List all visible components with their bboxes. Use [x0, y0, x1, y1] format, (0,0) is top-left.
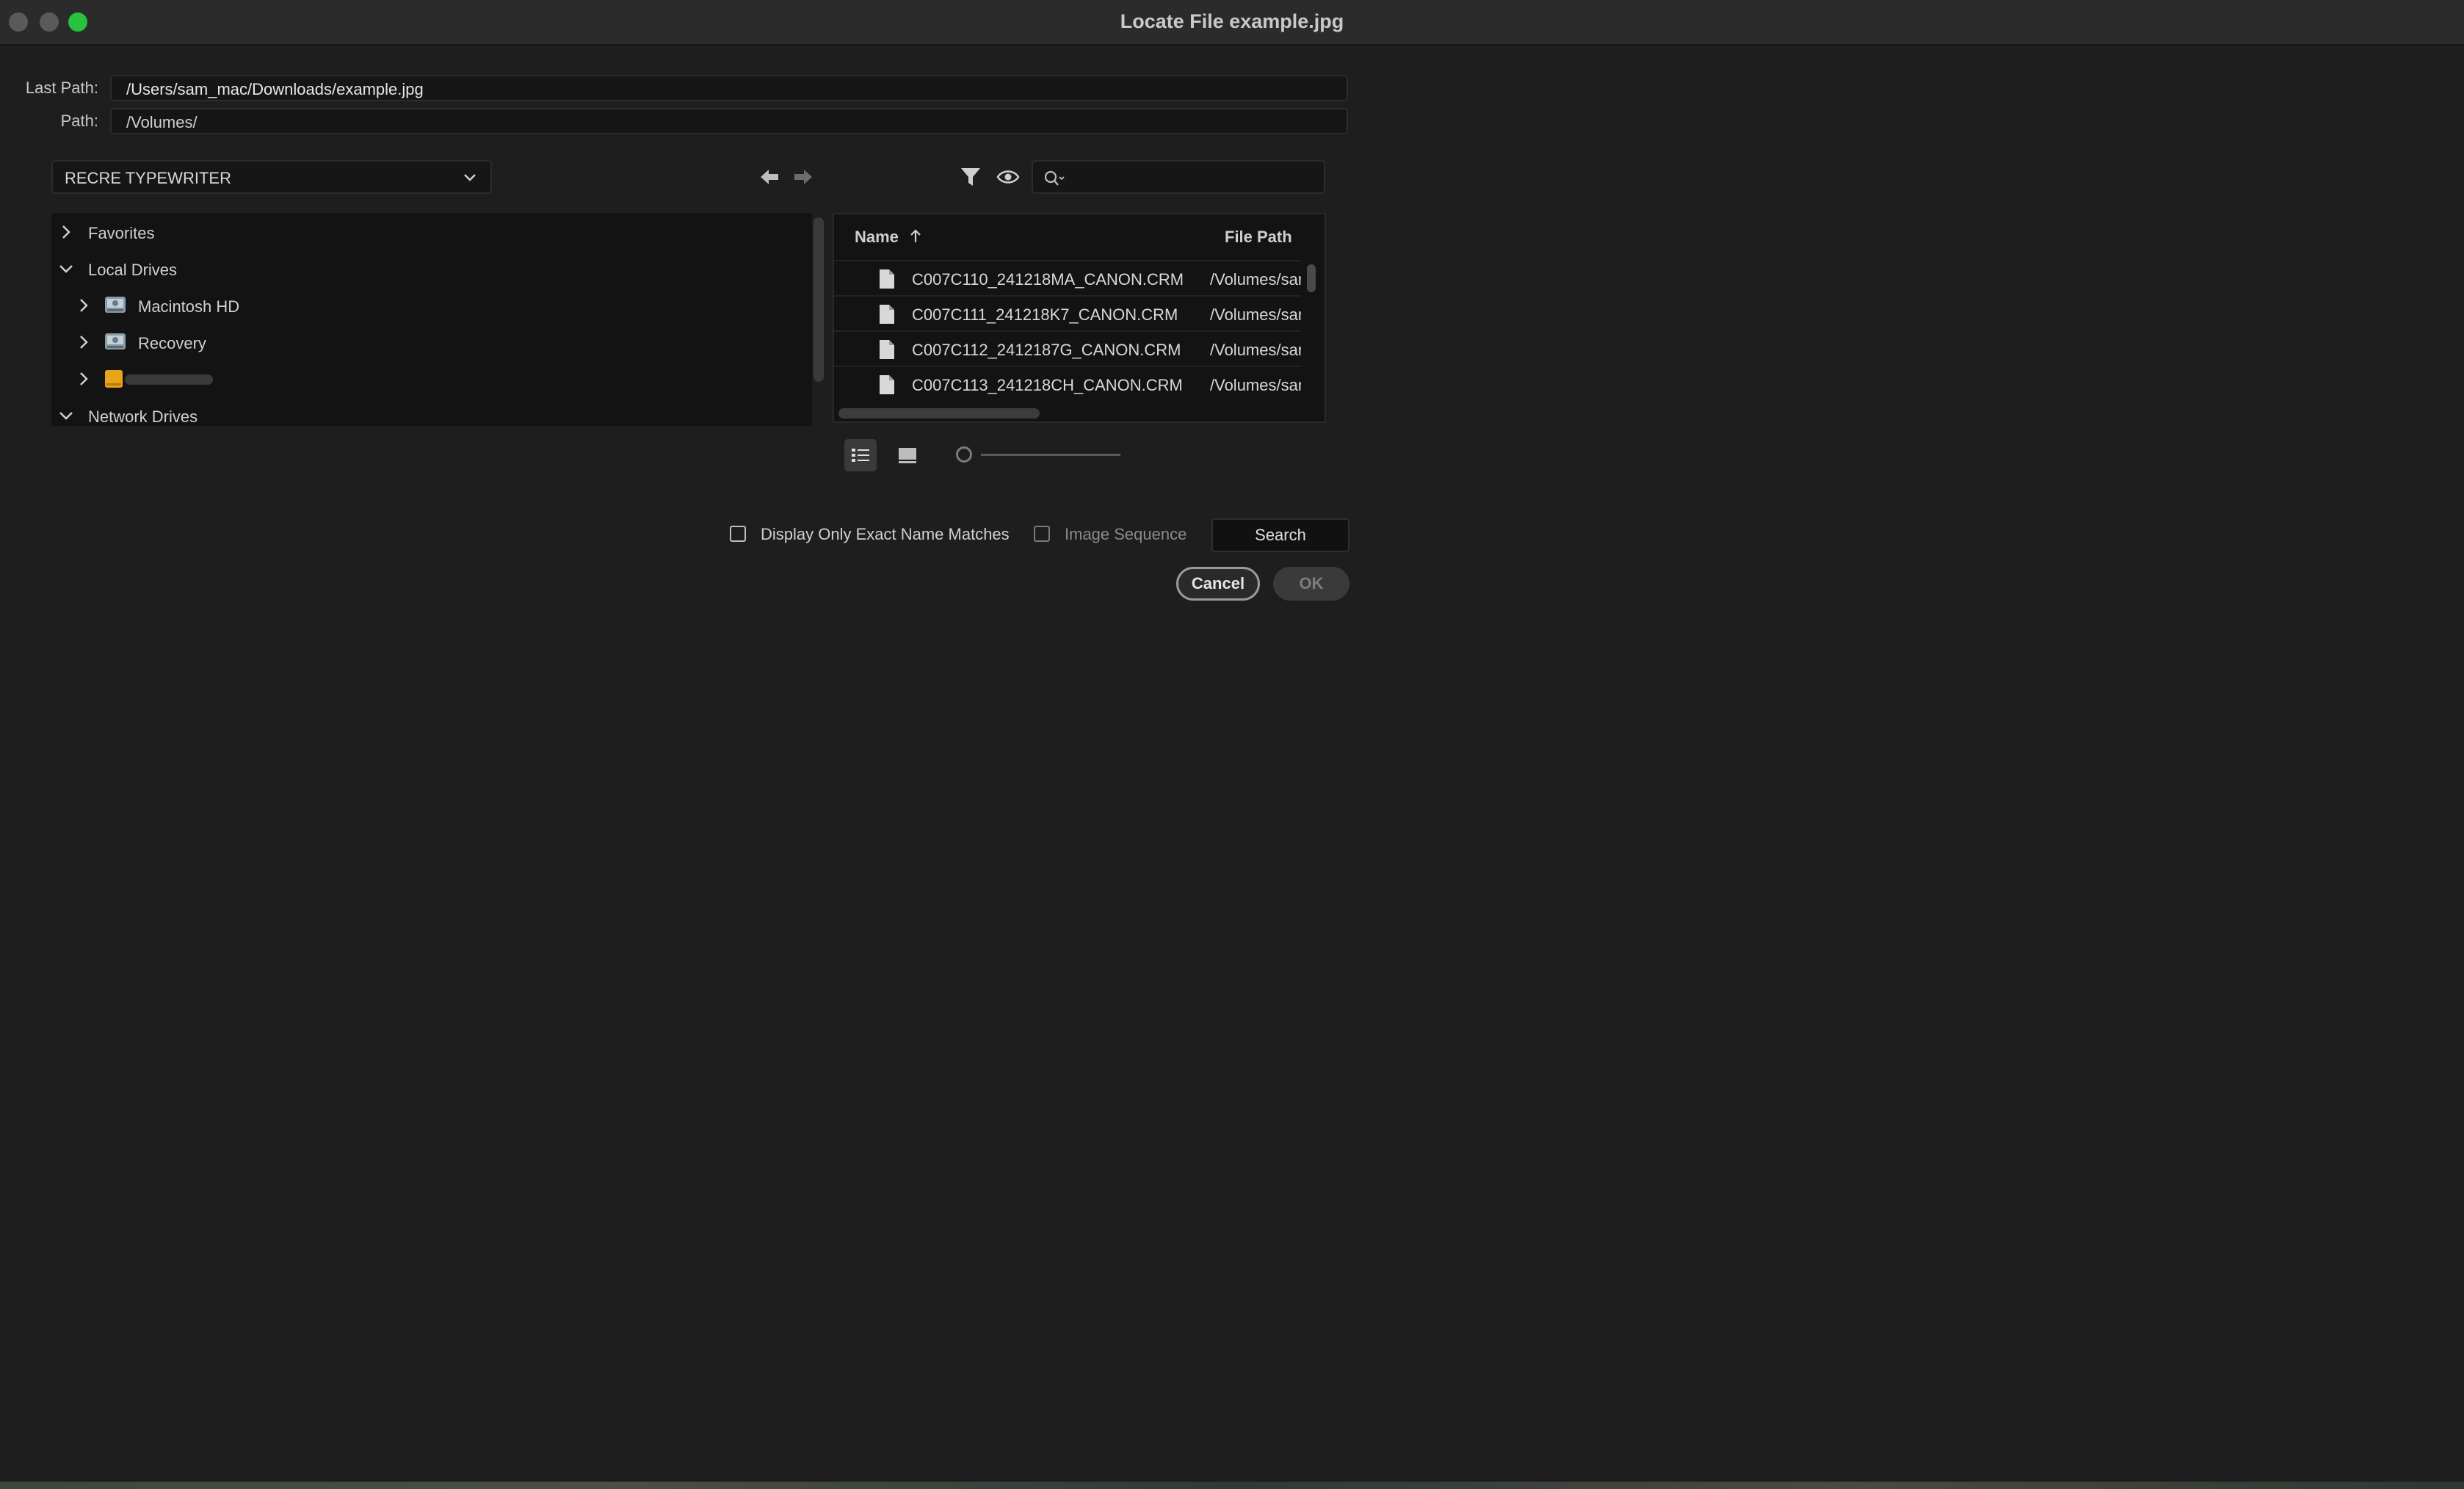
tree-item-network-drives[interactable]: Network Drives: [51, 401, 812, 426]
path-label: Path:: [60, 112, 98, 130]
chevron-down-icon: [464, 174, 476, 181]
tree-item-local-drives[interactable]: Local Drives: [51, 254, 812, 283]
file-name: C007C110_241218MA_CANON.CRM: [912, 270, 1184, 289]
filter-icon[interactable]: [960, 166, 982, 188]
tree-item-favorites[interactable]: Favorites: [51, 217, 812, 247]
thumbnail-view-button[interactable]: [891, 439, 924, 471]
chevron-right-icon: [62, 225, 70, 239]
cancel-button[interactable]: Cancel: [1176, 567, 1260, 601]
file-name: C007C111_241218K7_CANON.CRM: [912, 305, 1178, 324]
sort-ascending-icon[interactable]: [909, 228, 922, 245]
exact-name-match-label: Display Only Exact Name Matches: [761, 525, 1010, 543]
tree-scrollbar[interactable]: [814, 217, 824, 382]
file-name: C007C112_2412187G_CANON.CRM: [912, 341, 1181, 359]
desktop-background-strip: [0, 1482, 2464, 1489]
zoom-slider-handle[interactable]: [956, 446, 972, 463]
exact-name-match-checkbox[interactable]: [730, 526, 746, 542]
last-path-field[interactable]: /Users/sam_mac/Downloads/example.jpg: [110, 75, 1348, 101]
column-header-name[interactable]: Name: [855, 228, 899, 247]
ok-button[interactable]: OK: [1273, 567, 1349, 601]
file-row[interactable]: C007C112_2412187G_CANON.CRM /Volumes/sam: [834, 330, 1301, 366]
file-list-horizontal-scrollbar[interactable]: [838, 408, 1040, 419]
thumbnail-view-icon: [899, 448, 916, 463]
file-path: /Volumes/sam: [1210, 305, 1301, 324]
image-sequence-checkbox[interactable]: [1034, 526, 1050, 542]
tree-item-label: Local Drives: [88, 261, 178, 279]
zoom-slider-track[interactable]: [981, 454, 1120, 456]
chevron-down-icon: [59, 265, 73, 273]
file-icon: [880, 340, 894, 359]
file-path: /Volumes/sam: [1210, 341, 1301, 359]
file-path: /Volumes/sam: [1210, 270, 1301, 289]
file-icon: [880, 269, 894, 289]
file-row[interactable]: C007C110_241218MA_CANON.CRM /Volumes/sam: [834, 260, 1301, 295]
chevron-right-icon: [80, 372, 88, 385]
tree-item-label: Favorites: [88, 224, 155, 242]
file-name: C007C113_241218CH_CANON.CRM: [912, 376, 1183, 394]
file-list: Name File Path C007C110_241218MA_CANON.C…: [833, 213, 1326, 423]
file-icon: [880, 375, 894, 394]
window-title: Locate File example.jpg: [1120, 10, 1344, 32]
search-button[interactable]: Search: [1211, 518, 1349, 552]
back-arrow-icon[interactable]: [759, 167, 780, 186]
chevron-right-icon: [80, 336, 88, 349]
location-dropdown[interactable]: RECRE TYPEWRITER: [51, 160, 492, 194]
file-icon: [880, 305, 894, 324]
last-path-label: Last Path:: [25, 79, 98, 97]
eye-icon[interactable]: [996, 167, 1020, 186]
tree-item-recovery[interactable]: Recovery: [51, 327, 812, 357]
location-dropdown-value: RECRE TYPEWRITER: [65, 169, 231, 187]
file-list-vertical-scrollbar[interactable]: [1307, 264, 1316, 292]
file-list-header: Name File Path: [834, 214, 1325, 258]
tree-item-label: Macintosh HD: [138, 297, 240, 316]
list-view-icon: [852, 449, 869, 462]
location-tree: Favorites Local Drives Macintosh HD Reco…: [51, 213, 812, 426]
external-drive-icon: [105, 370, 123, 388]
hard-drive-icon: [105, 297, 126, 313]
chevron-right-icon: [80, 299, 88, 312]
tree-item-external-drive[interactable]: [51, 364, 812, 394]
file-row[interactable]: C007C111_241218K7_CANON.CRM /Volumes/sam: [834, 295, 1301, 330]
search-icon: [1044, 170, 1065, 186]
redacted-drive-name: [125, 374, 213, 385]
tree-item-macintosh-hd[interactable]: Macintosh HD: [51, 291, 812, 320]
tree-item-label: Recovery: [138, 334, 206, 352]
file-path: /Volumes/sam: [1210, 376, 1301, 394]
title-bar: Locate File example.jpg: [0, 0, 2464, 46]
search-input[interactable]: [1032, 160, 1325, 194]
file-row[interactable]: C007C113_241218CH_CANON.CRM /Volumes/sam: [834, 366, 1301, 401]
chevron-down-icon: [59, 412, 73, 420]
forward-arrow-icon[interactable]: [793, 167, 814, 186]
locate-file-dialog: Locate File example.jpg Last Path: /User…: [0, 0, 2464, 1483]
hard-drive-icon: [105, 333, 126, 349]
path-field[interactable]: /Volumes/: [110, 108, 1348, 134]
column-header-file-path[interactable]: File Path: [1225, 228, 1292, 247]
list-view-button[interactable]: [844, 439, 877, 471]
tree-item-label: Network Drives: [88, 407, 198, 426]
image-sequence-label: Image Sequence: [1065, 525, 1187, 543]
